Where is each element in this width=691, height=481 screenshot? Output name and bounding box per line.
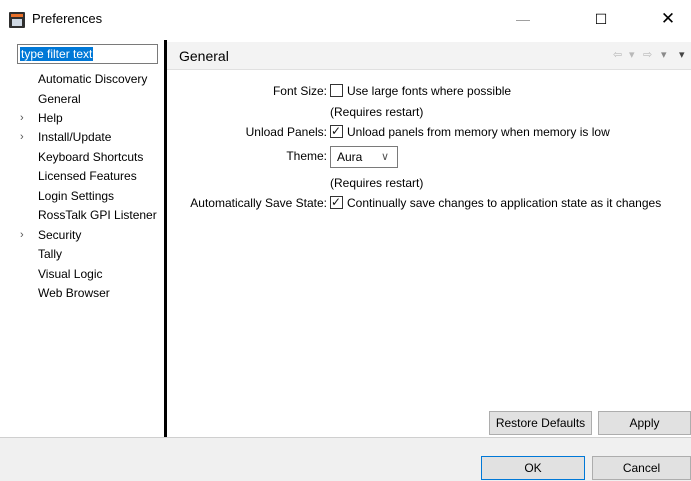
font-size-note: (Requires restart) — [330, 105, 424, 119]
font-size-checkbox[interactable] — [330, 84, 343, 97]
filter-input[interactable]: type filter text — [17, 44, 158, 64]
page-header: General ⇦ ▾ ⇨ ▾ ▾ — [167, 42, 691, 70]
font-size-checkbox-label[interactable]: Use large fonts where possible — [347, 83, 511, 99]
tree-item-label: Login Settings — [38, 189, 115, 203]
back-arrow-icon[interactable]: ⇦ — [613, 48, 622, 61]
dialog-footer — [0, 438, 691, 481]
tree-item-label: Security — [38, 228, 82, 242]
expand-arrow-icon[interactable]: › — [20, 226, 30, 245]
check-icon: ✓ — [331, 195, 342, 209]
chevron-down-icon: ∨ — [381, 151, 390, 163]
tree-item-label: Help — [38, 111, 63, 125]
expand-arrow-icon[interactable]: › — [20, 128, 30, 147]
view-menu-icon[interactable]: ▾ — [679, 48, 685, 61]
page-title: General — [179, 48, 229, 64]
auto-save-checkbox-label[interactable]: Continually save changes to application … — [347, 195, 661, 211]
ok-button[interactable]: OK — [481, 456, 585, 480]
expand-arrow-icon[interactable]: › — [20, 109, 30, 128]
unload-panels-checkbox-label[interactable]: Unload panels from memory when memory is… — [347, 124, 610, 140]
tree-item-label: Licensed Features — [38, 169, 137, 183]
tree-item-label: General — [38, 92, 81, 106]
font-size-label: Font Size: — [272, 84, 327, 98]
tree-item-label: Install/Update — [38, 130, 112, 144]
restore-defaults-button[interactable]: Restore Defaults — [489, 411, 592, 435]
sash-divider[interactable] — [164, 40, 167, 437]
forward-menu-icon[interactable]: ▾ — [661, 48, 667, 61]
theme-select-value: Aura — [337, 150, 363, 164]
app-icon — [9, 12, 25, 28]
tree-item-label: Tally — [38, 247, 63, 261]
theme-note: (Requires restart) — [330, 176, 424, 190]
maximize-button[interactable]: ☐ — [578, 4, 624, 34]
auto-save-checkbox[interactable]: ✓ — [330, 195, 343, 209]
cancel-button[interactable]: Cancel — [592, 456, 691, 480]
theme-select[interactable]: Aura ∨ — [330, 146, 398, 168]
close-button[interactable]: ✕ — [645, 4, 691, 34]
unload-panels-checkbox[interactable]: ✓ — [330, 124, 343, 138]
tree-item-label: Visual Logic — [38, 267, 103, 281]
back-menu-icon[interactable]: ▾ — [629, 48, 635, 61]
theme-label: Theme: — [286, 149, 327, 163]
apply-button[interactable]: Apply — [598, 411, 691, 435]
unload-panels-label: Unload Panels: — [245, 125, 327, 139]
auto-save-label: Automatically Save State: — [190, 196, 327, 210]
check-icon: ✓ — [331, 124, 342, 138]
minimize-button[interactable]: — — [500, 4, 546, 34]
tree-item-label: Web Browser — [38, 286, 110, 300]
title-bar: Preferences — ☐ ✕ — [0, 0, 691, 38]
filter-input-text: type filter text — [20, 47, 94, 61]
forward-arrow-icon[interactable]: ⇨ — [643, 48, 652, 61]
window-title: Preferences — [32, 11, 103, 26]
